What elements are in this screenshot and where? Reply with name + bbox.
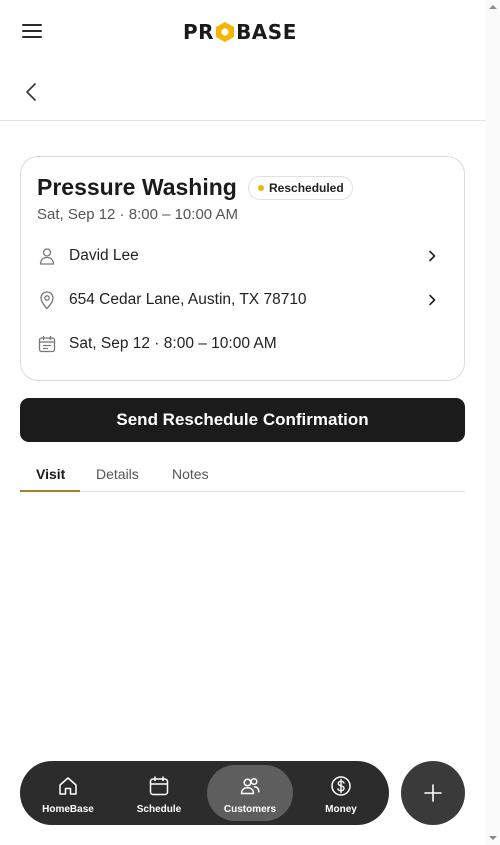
- active-tab-indicator: [20, 490, 80, 492]
- send-reschedule-confirmation-button[interactable]: Send Reschedule Confirmation: [20, 398, 465, 442]
- scroll-down-arrow-icon[interactable]: [489, 836, 497, 840]
- nav-schedule[interactable]: Schedule: [116, 765, 202, 821]
- visit-card: Pressure Washing Rescheduled Sat, Sep 12…: [20, 156, 465, 381]
- address-text: 654 Cedar Lane, Austin, TX 78710: [69, 291, 307, 308]
- schedule-row: Sat, Sep 12 · 8:00 – 10:00 AM: [37, 332, 449, 356]
- logo-hex-icon: [216, 22, 235, 42]
- nav-customers[interactable]: Customers: [207, 765, 293, 821]
- dollar-icon: [331, 776, 351, 796]
- probase-logo[interactable]: PR BASE: [183, 21, 297, 43]
- customer-name: David Lee: [69, 247, 139, 264]
- menu-icon[interactable]: [22, 24, 42, 40]
- tab-bar: Visit Details Notes: [20, 458, 465, 492]
- customer-row[interactable]: David Lee: [37, 244, 449, 268]
- visit-title: Pressure Washing: [37, 174, 237, 200]
- location-pin-icon: [40, 291, 54, 310]
- scroll-up-arrow-icon[interactable]: [489, 5, 497, 9]
- scrollbar[interactable]: [485, 0, 500, 845]
- nav-homebase[interactable]: HomeBase: [25, 765, 111, 821]
- tab-notes[interactable]: Notes: [172, 466, 209, 492]
- back-row: [0, 64, 485, 121]
- bottom-nav: HomeBase Schedule Customers Money: [20, 761, 389, 825]
- back-arrow-icon[interactable]: [20, 80, 44, 104]
- home-icon: [59, 777, 77, 795]
- top-bar: PR BASE: [0, 0, 485, 64]
- calendar-icon: [149, 776, 169, 796]
- schedule-text: Sat, Sep 12 · 8:00 – 10:00 AM: [69, 335, 277, 352]
- add-button[interactable]: [401, 761, 465, 825]
- users-icon: [240, 777, 260, 795]
- calendar-icon: [38, 335, 56, 353]
- status-badge: Rescheduled: [248, 176, 353, 200]
- tab-visit[interactable]: Visit: [36, 466, 65, 492]
- tab-details[interactable]: Details: [96, 466, 139, 492]
- visit-subtitle: Sat, Sep 12 · 8:00 – 10:00 AM: [37, 206, 238, 223]
- nav-money[interactable]: Money: [298, 765, 384, 821]
- chevron-right-icon: [429, 250, 436, 262]
- plus-icon: [424, 784, 442, 802]
- page: PR BASE Pressure Washing Rescheduled Sat…: [0, 0, 485, 845]
- address-row[interactable]: 654 Cedar Lane, Austin, TX 78710: [37, 288, 449, 312]
- person-icon: [39, 248, 55, 265]
- chevron-right-icon: [429, 294, 436, 306]
